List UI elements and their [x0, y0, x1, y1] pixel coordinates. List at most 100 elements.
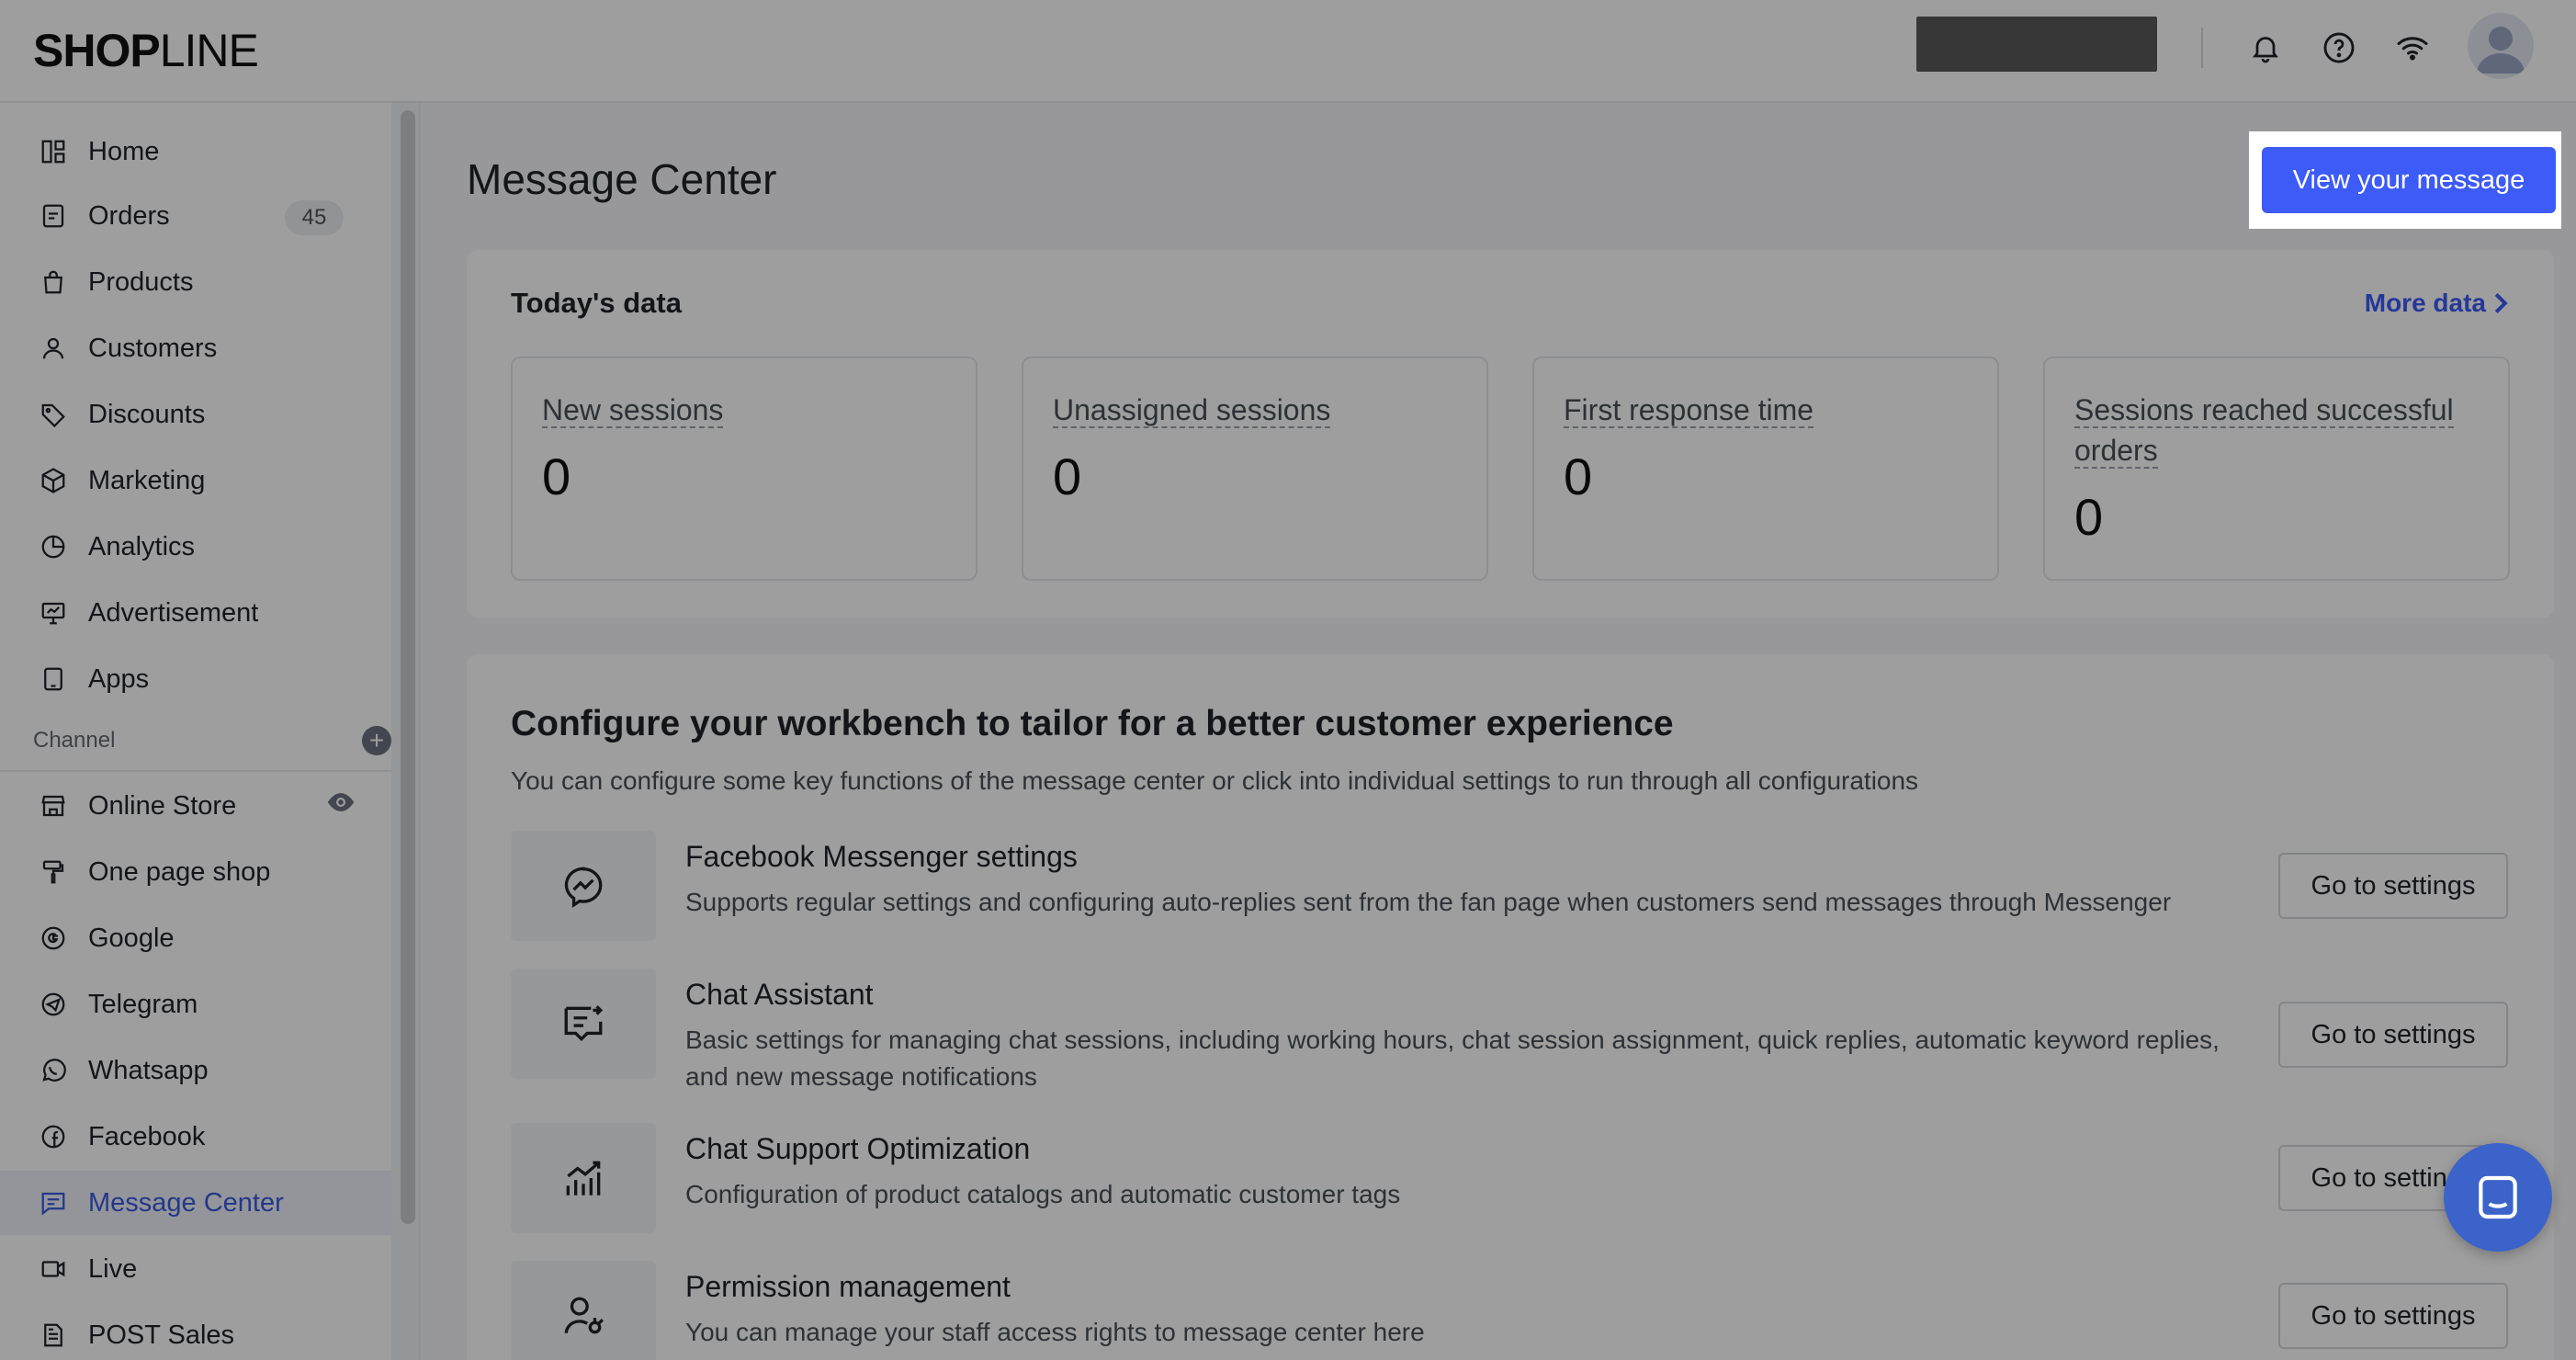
config-name: Permission management [685, 1270, 1011, 1303]
config-desc: Configuration of product catalogs and au… [685, 1180, 1401, 1208]
paint-roller-icon [37, 856, 70, 889]
config-row-chat-assistant: Chat Assistant Basic settings for managi… [511, 969, 2508, 1091]
stat-label[interactable]: Unassigned sessions [1053, 393, 1331, 428]
stat-value: 0 [1564, 448, 1593, 505]
stat-first-response-time: First response time 0 [1532, 357, 1999, 581]
sidebar-item-label: Advertisement [88, 597, 259, 628]
sidebar-item-label: Online Store [88, 790, 237, 821]
more-data-link[interactable]: More data [2365, 289, 2508, 318]
channel-label: Channel [33, 728, 116, 753]
store-selector[interactable] [1916, 17, 2157, 72]
sidebar-item-home[interactable]: Home [0, 119, 393, 184]
sidebar: Home Orders 45 Products Customers Discou… [0, 103, 421, 1360]
top-divider [2201, 28, 2203, 68]
sidebar-item-label: Telegram [88, 989, 198, 1019]
configure-title: Configure your workbench to tailor for a… [511, 704, 1674, 743]
chat-assistant-icon [511, 969, 656, 1079]
config-desc: Basic settings for managing chat session… [685, 1026, 2220, 1091]
configure-subtitle: You can configure some key functions of … [511, 766, 1919, 795]
stat-unassigned-sessions: Unassigned sessions 0 [1022, 357, 1488, 581]
sidebar-item-label: One page shop [88, 856, 271, 887]
sidebar-item-label: Message Center [88, 1187, 284, 1218]
user-permission-icon [511, 1261, 656, 1360]
sidebar-item-facebook[interactable]: Facebook [0, 1105, 393, 1169]
stat-value: 0 [1053, 448, 1082, 505]
stat-new-sessions: New sessions 0 [511, 357, 977, 581]
bag-icon [37, 266, 70, 299]
channel-divider [0, 770, 393, 772]
sidebar-item-telegram[interactable]: Telegram [0, 972, 393, 1037]
sidebar-item-label: Facebook [88, 1121, 206, 1151]
sidebar-item-orders[interactable]: Orders 45 [0, 184, 393, 248]
whatsapp-icon [37, 1054, 70, 1087]
sidebar-item-label: Google [88, 923, 175, 953]
page-title: Message Center [467, 155, 777, 203]
monitor-icon [37, 596, 70, 629]
config-row-permission-management: Permission management You can manage you… [511, 1261, 2508, 1360]
sidebar-item-advertisement[interactable]: Advertisement [0, 581, 393, 645]
stat-value: 0 [542, 448, 571, 505]
add-channel-button[interactable]: + [362, 726, 391, 755]
sidebar-item-label: POST Sales [88, 1320, 235, 1350]
chevron-right-icon [2494, 292, 2508, 314]
orders-count-badge: 45 [285, 200, 344, 235]
shopline-logo[interactable]: SHOPLINE [33, 24, 259, 77]
config-name: Facebook Messenger settings [685, 840, 1078, 873]
sidebar-item-apps[interactable]: Apps [0, 647, 393, 711]
stat-label[interactable]: New sessions [542, 393, 724, 428]
sidebar-item-label: Marketing [88, 465, 206, 495]
todays-data-card: Today's data More data New sessions 0 Un… [467, 250, 2554, 618]
cube-icon [37, 464, 70, 497]
sidebar-scrollbar-thumb[interactable] [401, 110, 415, 1224]
tablet-icon [37, 663, 70, 696]
sidebar-item-label: Analytics [88, 531, 196, 561]
view-your-message-button[interactable]: View your message [2262, 147, 2556, 213]
telegram-icon [37, 988, 70, 1021]
config-row-messenger: Facebook Messenger settings Supports reg… [511, 831, 2508, 941]
stat-label[interactable]: Sessions reached successful orders [2074, 393, 2454, 469]
sidebar-item-live[interactable]: Live [0, 1237, 393, 1301]
stat-value: 0 [2074, 488, 2104, 546]
wifi-icon[interactable] [2390, 26, 2435, 70]
pie-chart-icon [37, 530, 70, 563]
google-icon [37, 922, 70, 955]
stat-label[interactable]: First response time [1564, 393, 1814, 428]
config-row-chat-support-optimization: Chat Support Optimization Configuration … [511, 1123, 2508, 1233]
video-icon [37, 1252, 70, 1286]
sidebar-item-post-sales[interactable]: POST Sales [0, 1303, 393, 1360]
top-bar: SHOPLINE [0, 0, 2576, 103]
help-icon[interactable] [2317, 26, 2361, 70]
sidebar-item-marketing[interactable]: Marketing [0, 448, 393, 513]
sidebar-item-label: Apps [88, 663, 150, 694]
message-icon [37, 1186, 70, 1219]
sidebar-item-customers[interactable]: Customers [0, 316, 393, 380]
sidebar-item-google[interactable]: Google [0, 906, 393, 970]
growth-chart-icon [511, 1123, 656, 1233]
bell-icon[interactable] [2243, 26, 2288, 70]
sidebar-item-label: Live [88, 1253, 138, 1284]
sidebar-item-online-store[interactable]: Online Store [0, 774, 393, 838]
configure-card: Configure your workbench to tailor for a… [467, 654, 2554, 1360]
support-chat-bubble[interactable] [2444, 1143, 2552, 1252]
sidebar-item-message-center[interactable]: Message Center [0, 1171, 393, 1235]
go-to-settings-button[interactable]: Go to settings [2278, 853, 2508, 919]
config-desc: You can manage your staff access rights … [685, 1318, 1425, 1346]
avatar[interactable] [2468, 13, 2534, 79]
sidebar-item-analytics[interactable]: Analytics [0, 515, 393, 579]
sidebar-item-products[interactable]: Products [0, 250, 393, 314]
stat-successful-orders: Sessions reached successful orders 0 [2043, 357, 2510, 581]
sidebar-item-one-page-shop[interactable]: One page shop [0, 840, 393, 904]
facebook-icon [37, 1120, 70, 1153]
todays-data-title: Today's data [511, 287, 682, 319]
channel-header: Channel + [33, 722, 391, 759]
chat-icon [2479, 1175, 2517, 1219]
sidebar-item-whatsapp[interactable]: Whatsapp [0, 1038, 393, 1103]
sidebar-item-label: Discounts [88, 399, 206, 429]
sidebar-item-label: Orders [88, 200, 170, 231]
eye-icon[interactable] [325, 790, 356, 822]
sidebar-item-discounts[interactable]: Discounts [0, 382, 393, 447]
go-to-settings-button[interactable]: Go to settings [2278, 1283, 2508, 1349]
sidebar-item-label: Home [88, 136, 160, 166]
go-to-settings-button[interactable]: Go to settings [2278, 1002, 2508, 1068]
config-name: Chat Support Optimization [685, 1132, 1031, 1165]
